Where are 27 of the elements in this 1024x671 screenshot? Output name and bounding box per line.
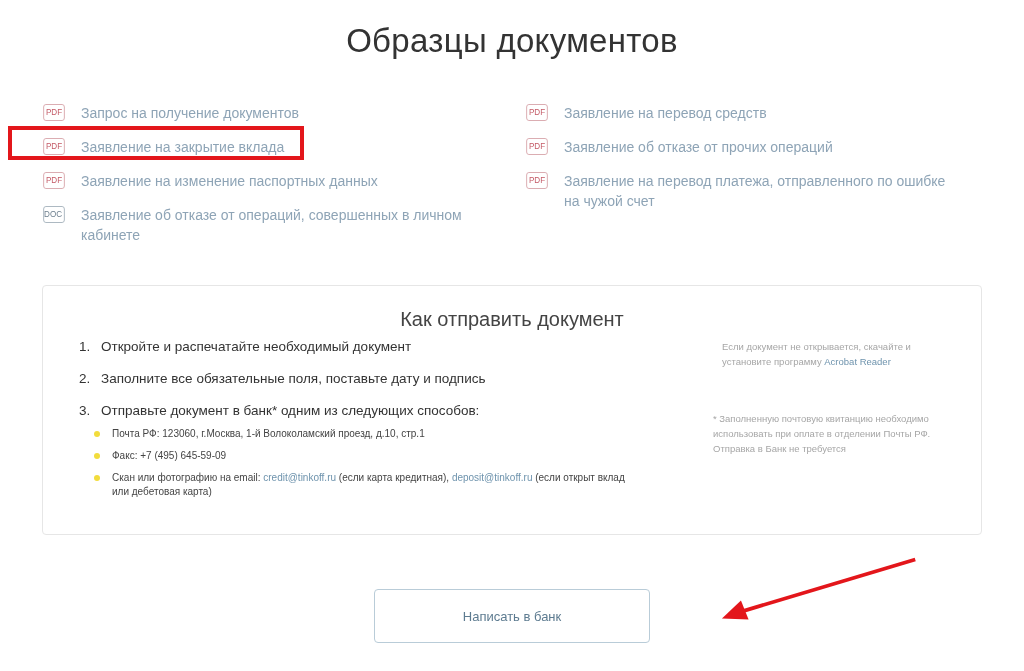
document-link[interactable]: Заявление на закрытие вклада: [81, 137, 285, 157]
program-link[interactable]: Acrobat Reader: [824, 356, 891, 367]
step-number: 3.: [79, 403, 92, 418]
email-link[interactable]: credit@tinkoff.ru: [263, 472, 337, 483]
method-text: Скан или фотографию на email: credit@tinkoff.ru (если карта кредитная), deposit@tinkoff.ru (если открыт вклад или дебетовая карта): [112, 471, 626, 499]
step-text: Заполните все обязательные поля, поставьте дату и подпись: [101, 371, 486, 386]
bullet-icon: [94, 453, 100, 459]
document-link[interactable]: Заявление об отказе от операций, совершенных в личном кабинете: [81, 205, 471, 245]
document-link[interactable]: Запрос на получение документов: [81, 103, 299, 123]
card-title: Как отправить документ: [399, 308, 625, 331]
page-title: Образцы документов: [345, 21, 679, 60]
note-text: Если документ не открывается, скачайте и установите программу Acrobat Reader: [721, 340, 912, 369]
document-link[interactable]: Заявление об отказе от прочих операций: [564, 137, 833, 157]
document-link[interactable]: Заявление на перевод средств: [564, 103, 767, 123]
bullet-icon: [94, 431, 100, 437]
note-text: * Заполненную почтовую квитанцию необходимо использовать при оплате в отделении Почты РФ. Отправка в Банк не требуется: [713, 412, 932, 456]
method-text: Почта РФ: 123060, г.Москва, 1-й Волоколамский проезд, д.10, стр.1: [112, 427, 425, 441]
document-link[interactable]: Заявление на изменение паспортных данных: [81, 171, 378, 191]
bullet-icon: [94, 475, 100, 481]
step-text: Отправьте документ в банк* одним из следующих способов:: [101, 403, 480, 418]
email-link[interactable]: deposit@tinkoff.ru: [451, 472, 533, 483]
step-text: Откройте и распечатайте необходимый документ: [101, 339, 412, 354]
write-to-bank-button[interactable]: Написать в банк: [374, 589, 650, 643]
document-link[interactable]: Заявление на перевод платежа, отправленного по ошибке на чужой счет: [564, 171, 954, 211]
step-number: 1.: [79, 339, 92, 354]
method-text: Факс: +7 (495) 645-59-09: [112, 449, 227, 463]
step-number: 2.: [79, 371, 92, 386]
